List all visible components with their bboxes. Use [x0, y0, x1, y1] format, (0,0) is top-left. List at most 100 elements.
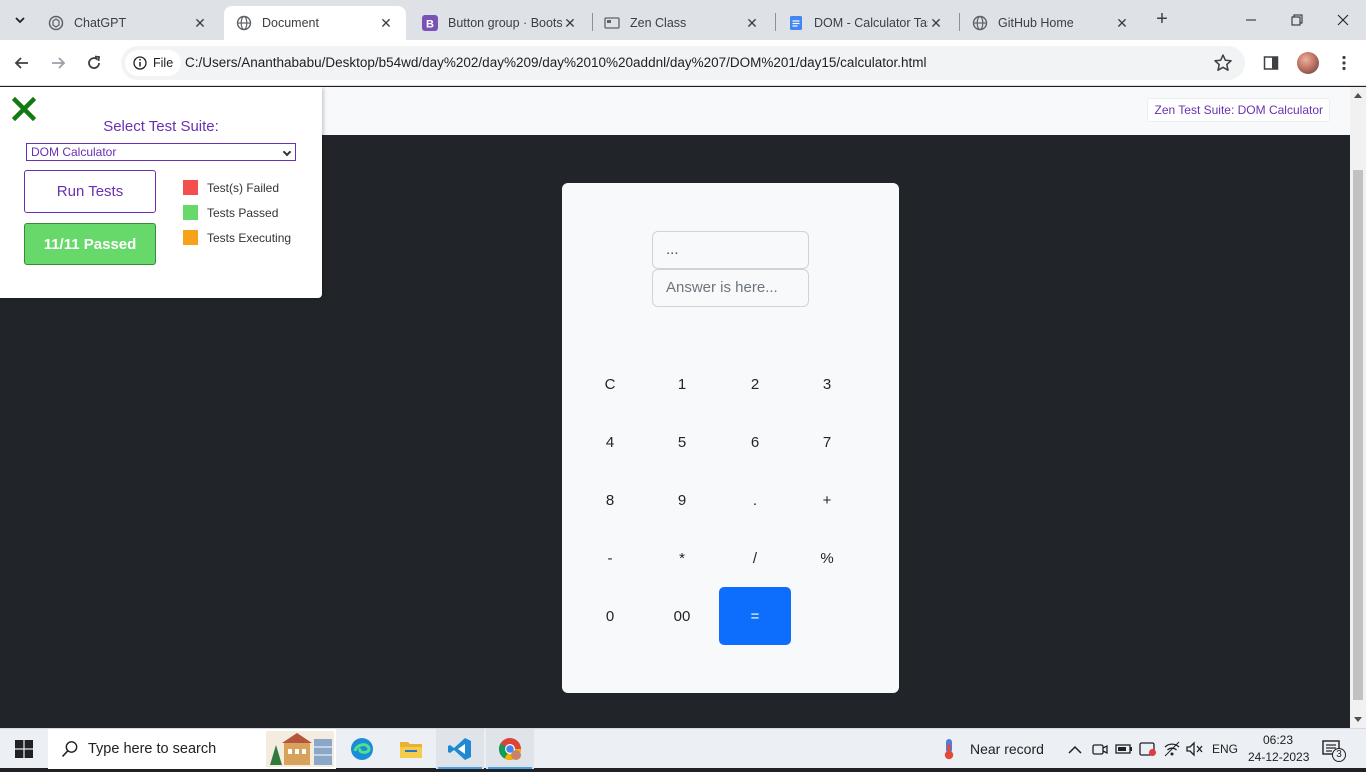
- restore-button[interactable]: [1274, 0, 1320, 40]
- taskbar-chrome[interactable]: [486, 729, 534, 769]
- key-8-button[interactable]: 8: [574, 471, 646, 529]
- tab-document[interactable]: Document ✕: [224, 6, 406, 40]
- language-indicator[interactable]: ENG: [1212, 742, 1238, 756]
- taskbar-search[interactable]: Type here to search: [48, 729, 336, 769]
- legend-failed: Test(s) Failed: [183, 180, 279, 195]
- legend-label: Tests Executing: [207, 230, 292, 245]
- close-tab-icon[interactable]: ✕: [744, 15, 760, 31]
- key-clear-button[interactable]: C: [574, 355, 646, 413]
- close-tab-icon[interactable]: ✕: [562, 15, 578, 31]
- suite-title: Select Test Suite:: [103, 118, 219, 135]
- chrome-icon: [499, 738, 521, 760]
- close-tab-icon[interactable]: ✕: [1114, 15, 1130, 31]
- site-info-chip[interactable]: File: [125, 50, 182, 76]
- key-3-button[interactable]: 3: [791, 355, 863, 413]
- info-icon: [133, 56, 147, 70]
- notifications-icon[interactable]: 3: [1322, 740, 1346, 765]
- key-5-button[interactable]: 5: [646, 413, 718, 471]
- close-tab-icon[interactable]: ✕: [928, 15, 944, 31]
- close-tab-icon[interactable]: ✕: [378, 15, 394, 31]
- close-window-button[interactable]: [1320, 0, 1366, 40]
- tab-title: DOM - Calculator Tas: [814, 16, 928, 30]
- key-0-button[interactable]: 0: [574, 587, 646, 645]
- key-equals-button[interactable]: =: [719, 587, 791, 645]
- key-plus-button[interactable]: +: [791, 471, 863, 529]
- tab-title: Document: [262, 16, 319, 30]
- failed-swatch: [183, 180, 198, 195]
- scroll-up-arrow-icon[interactable]: [1354, 93, 1362, 98]
- start-button[interactable]: [0, 729, 48, 769]
- tab-github-home[interactable]: GitHub Home ✕: [960, 6, 1142, 40]
- weather-text[interactable]: Near record: [970, 741, 1044, 757]
- test-result-button[interactable]: 11/11 Passed: [24, 223, 156, 265]
- site-chip-label: File: [153, 56, 174, 70]
- suite-select[interactable]: DOM Calculator: [26, 143, 296, 161]
- key-4-button[interactable]: 4: [574, 413, 646, 471]
- tab-zen-class[interactable]: Zen Class ✕: [592, 6, 772, 40]
- svg-text:B: B: [426, 19, 434, 31]
- key-2-button[interactable]: 2: [719, 355, 791, 413]
- vscode-icon: [448, 738, 471, 760]
- key-9-button[interactable]: 9: [646, 471, 718, 529]
- scroll-down-arrow-icon[interactable]: [1354, 717, 1362, 722]
- key-6-button[interactable]: 6: [719, 413, 791, 471]
- taskbar-edge[interactable]: [338, 729, 386, 769]
- answer-field[interactable]: Answer is here...: [652, 269, 809, 307]
- key-minus-button[interactable]: -: [574, 529, 646, 587]
- chevron-down-icon: [282, 147, 292, 157]
- run-tests-button[interactable]: Run Tests: [24, 170, 156, 213]
- chevron-up-icon[interactable]: [1068, 742, 1082, 760]
- back-button[interactable]: [8, 49, 36, 77]
- globe-icon: [972, 15, 988, 31]
- key-1-button[interactable]: 1: [646, 355, 718, 413]
- key-00-button[interactable]: 00: [646, 587, 718, 645]
- tab-chatgpt[interactable]: ChatGPT ✕: [36, 6, 220, 40]
- key-multiply-button[interactable]: *: [646, 529, 718, 587]
- minimize-button[interactable]: [1228, 0, 1274, 40]
- zen-class-icon: [604, 15, 620, 31]
- suite-select-value: DOM Calculator: [31, 145, 117, 159]
- expression-display[interactable]: ...: [652, 231, 809, 269]
- tab-bootstrap[interactable]: B Button group · Bootst ✕: [410, 6, 590, 40]
- calculator-card: ... Answer is here... C 1 2 3 4 5 6 7 8 9. + - * /% 0 0…: [562, 183, 899, 693]
- page-scrollbar[interactable]: [1350, 87, 1366, 728]
- clock-date[interactable]: 24-12-2023: [1248, 750, 1309, 764]
- meet-icon[interactable]: [1092, 741, 1108, 762]
- bookmark-star-icon[interactable]: [1213, 53, 1233, 73]
- tab-title: GitHub Home: [998, 16, 1074, 30]
- active-app-indicator: [438, 767, 482, 769]
- reload-button[interactable]: [80, 49, 108, 77]
- clock-time[interactable]: 06:23: [1263, 733, 1293, 747]
- forward-button[interactable]: [44, 49, 72, 77]
- legend-executing: Tests Executing: [183, 230, 291, 245]
- taskbar-file-explorer[interactable]: [387, 729, 435, 769]
- legend-label: Test(s) Failed: [207, 180, 280, 195]
- search-placeholder: Type here to search: [88, 741, 217, 757]
- side-panel-icon[interactable]: [1260, 52, 1282, 74]
- search-icon: [61, 741, 78, 758]
- minimize-icon: [1246, 19, 1256, 21]
- key-percent-button[interactable]: %: [791, 529, 863, 587]
- bootstrap-icon: B: [422, 15, 438, 31]
- menu-kebab-icon[interactable]: [1333, 52, 1355, 74]
- key-7-button[interactable]: 7: [791, 413, 863, 471]
- folder-icon: [400, 742, 422, 758]
- address-bar[interactable]: File C:/Users/Ananthababu/Desktop/b54wd/…: [121, 46, 1245, 80]
- close-tab-icon[interactable]: ✕: [192, 15, 208, 31]
- battery-icon[interactable]: [1115, 741, 1133, 762]
- speaker-muted-icon[interactable]: [1186, 741, 1204, 762]
- active-app-indicator: [488, 767, 532, 769]
- key-divide-button[interactable]: /: [719, 529, 791, 587]
- red-badge-icon[interactable]: [1139, 741, 1157, 762]
- tab-search-button[interactable]: [8, 8, 32, 32]
- chevron-down-icon: [15, 17, 25, 24]
- url-text: C:/Users/Ananthababu/Desktop/b54wd/day%2…: [185, 55, 927, 70]
- wifi-icon[interactable]: [1163, 741, 1181, 762]
- taskbar-vscode[interactable]: [436, 729, 484, 769]
- notification-count: 3: [1332, 748, 1346, 762]
- profile-avatar[interactable]: [1297, 52, 1319, 74]
- new-tab-button[interactable]: +: [1150, 8, 1174, 32]
- scrollbar-thumb[interactable]: [1353, 170, 1363, 700]
- key-dot-button[interactable]: .: [719, 471, 791, 529]
- tab-calculator-task[interactable]: DOM - Calculator Tas ✕: [776, 6, 956, 40]
